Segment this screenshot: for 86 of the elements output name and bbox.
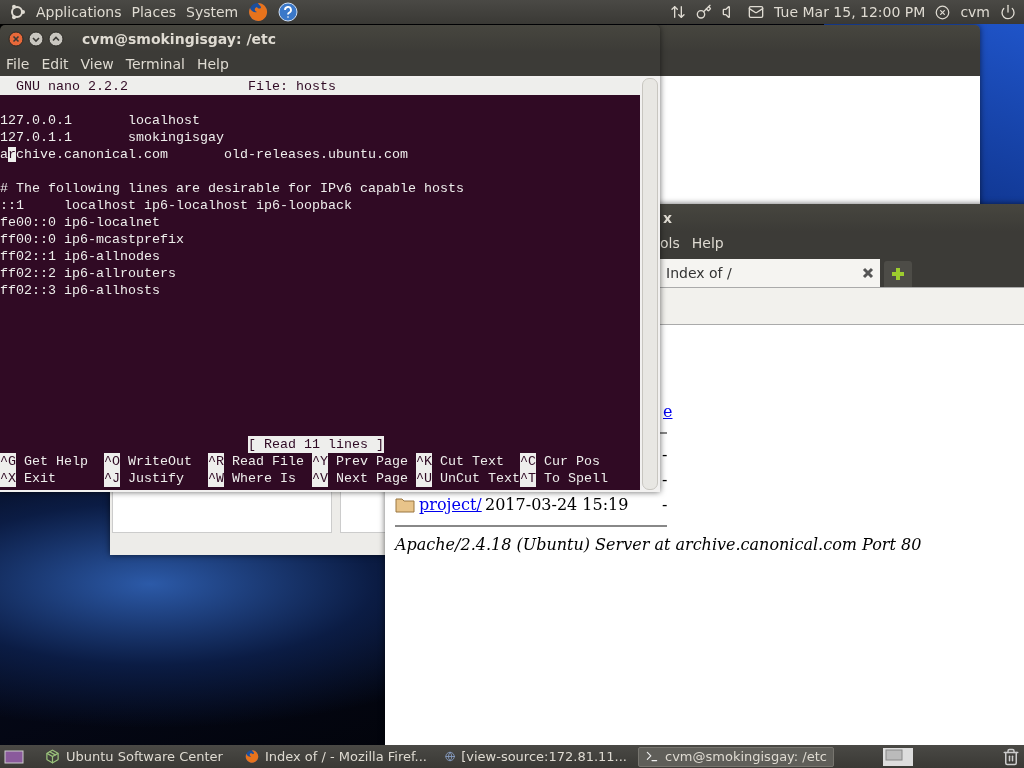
file-line: 127.0.0.1 localhost	[0, 112, 200, 129]
server-address: Apache/2.4.18 (Ubuntu) Server at archive.canonical.com Port 80	[395, 535, 923, 554]
file-line: ff02::1 ip6-allnodes	[0, 248, 160, 265]
close-icon[interactable]	[8, 30, 24, 47]
file-line: ff00::0 ip6-mcastprefix	[0, 231, 184, 248]
browser-menu-item[interactable]: ols	[660, 235, 680, 251]
terminal-menu-item[interactable]: Terminal	[125, 56, 185, 72]
shortcut-label: To Spell	[544, 470, 608, 487]
file-line: # The following lines are desirable for IPv6 capable hosts	[0, 180, 464, 197]
file-line: archive.canonical.com old-releases.ubuntu.com	[0, 146, 408, 163]
firefox-icon[interactable]	[245, 749, 259, 764]
scrollbar[interactable]	[642, 78, 658, 490]
shortcut-key: ^T	[520, 470, 536, 487]
shortcut-label: Read File	[232, 453, 304, 470]
file-line: fe00::0 ip6-localnet	[0, 214, 160, 231]
window-title: x	[663, 209, 673, 226]
terminal-icon	[645, 749, 659, 764]
shortcut-label: Next Page	[336, 470, 408, 487]
minimize-icon[interactable]	[28, 30, 44, 47]
directory-link[interactable]: project/	[419, 495, 482, 514]
plus-icon	[890, 266, 906, 282]
taskbar-task[interactable]: cvm@smokingisgay: /etc	[638, 746, 834, 767]
shortcut-key: ^W	[208, 470, 224, 487]
maximize-icon[interactable]	[48, 30, 64, 47]
taskbar-task[interactable]: Ubuntu Software Center	[38, 746, 234, 767]
shortcut-label: Cut Text	[440, 453, 504, 470]
size-cell: -	[662, 495, 668, 514]
shortcut-key: ^X	[0, 470, 16, 487]
file-line: 127.0.1.1 smokingisgay	[0, 129, 224, 146]
terminal-menu-item[interactable]: Help	[196, 56, 229, 72]
size-cell: -	[662, 470, 668, 489]
panel-menu[interactable]: Applications	[36, 4, 122, 20]
terminal-menu-item[interactable]: View	[80, 56, 114, 72]
modified-date: 2017-03-24 15:19	[485, 495, 629, 514]
browser-menu-item[interactable]: Help	[691, 235, 724, 251]
ubuntu-logo-icon[interactable]	[8, 3, 26, 21]
file-line: ::1 localhost ip6-localhost ip6-loopback	[0, 197, 352, 214]
close-icon[interactable]	[862, 267, 874, 279]
panel-menu[interactable]: Places	[131, 4, 177, 20]
shortcut-label: Cur Pos	[544, 453, 600, 470]
shortcut-key: ^U	[416, 470, 432, 487]
folder-icon	[395, 496, 415, 513]
shortcut-key: ^J	[104, 470, 120, 487]
shortcut-label: Justify	[128, 470, 184, 487]
browser-tab[interactable]: Index of /	[660, 259, 880, 287]
mail-icon[interactable]	[748, 4, 765, 20]
shortcut-key: ^Y	[312, 453, 328, 470]
terminal-menu-item[interactable]: File	[6, 56, 30, 72]
workspace-switcher-icon[interactable]	[882, 746, 914, 767]
taskbar-task[interactable]: [view-source:172.81.11...	[438, 746, 634, 767]
panel-menu[interactable]: System	[186, 4, 239, 20]
shortcut-label: Prev Page	[336, 453, 408, 470]
column-header-link[interactable]: e	[663, 402, 673, 421]
new-tab-button[interactable]	[884, 261, 912, 287]
session-icon[interactable]	[935, 4, 951, 20]
help-icon[interactable]	[278, 2, 299, 22]
size-cell: -	[662, 445, 668, 464]
shortcut-key: ^V	[312, 470, 328, 487]
shortcut-key: ^O	[104, 453, 120, 470]
network-icon[interactable]	[670, 4, 687, 20]
shortcut-key: ^G	[0, 453, 16, 470]
shortcut-key: ^C	[520, 453, 536, 470]
status-message: [ Read 11 lines ]	[248, 436, 384, 453]
show-desktop-icon[interactable]	[4, 748, 24, 765]
taskbar-task[interactable]: Index of / - Mozilla Firef...	[238, 746, 434, 767]
shortcut-label: Where Is	[232, 470, 296, 487]
file-line: ff02::2 ip6-allrouters	[0, 265, 176, 282]
globe-icon	[445, 749, 456, 764]
shortcut-label: Get Help	[24, 453, 88, 470]
window-title: cvm@smokingisgay: /etc	[82, 30, 277, 47]
nano-version: GNU nano 2.2.2	[15, 78, 129, 95]
panel-clock[interactable]: Tue Mar 15, 12:00 PM	[774, 4, 926, 20]
file-name: File: hosts	[248, 78, 336, 95]
shortcut-key: ^R	[208, 453, 224, 470]
package-icon	[45, 749, 60, 764]
file-line: ff02::3 ip6-allhosts	[0, 282, 160, 299]
shortcut-key: ^K	[416, 453, 432, 470]
shortcut-label: Exit	[24, 470, 56, 487]
terminal-menu-item[interactable]: Edit	[41, 56, 69, 72]
shortcut-label: UnCut Text	[440, 470, 520, 487]
trash-icon[interactable]	[1002, 747, 1020, 766]
panel-user[interactable]: cvm	[960, 4, 990, 20]
power-icon[interactable]	[1000, 4, 1016, 20]
firefox-icon[interactable]	[248, 2, 269, 22]
key-icon[interactable]	[696, 4, 713, 20]
shortcut-label: WriteOut	[128, 453, 192, 470]
